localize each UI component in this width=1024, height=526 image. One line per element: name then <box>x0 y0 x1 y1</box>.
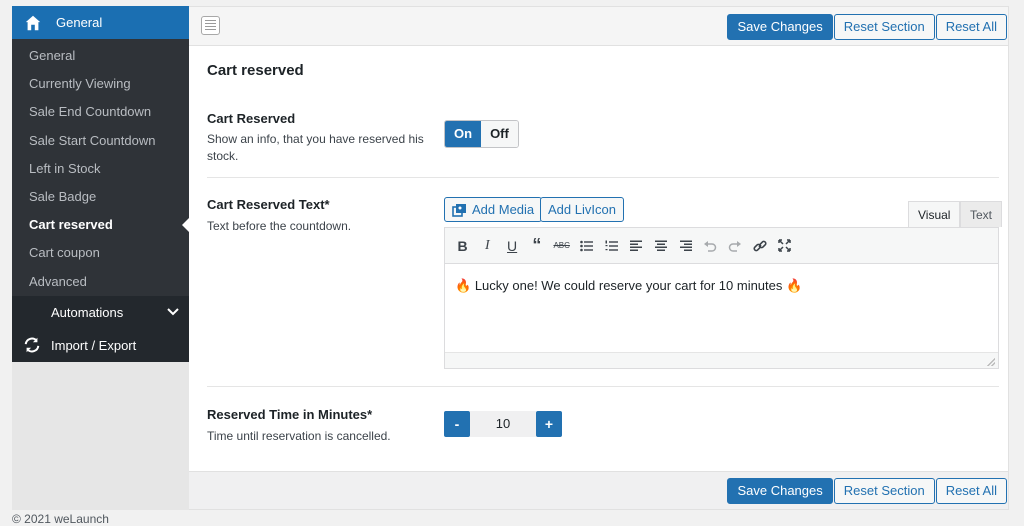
reserved-time-description: Time until reservation is cancelled. <box>207 429 391 443</box>
sidebar-submenu: General Currently Viewing Sale End Count… <box>12 39 189 296</box>
blockquote-icon[interactable]: “ <box>525 234 548 257</box>
reserved-time-stepper: - 10 + <box>444 411 562 437</box>
increment-button[interactable]: + <box>536 411 562 437</box>
sidebar: General General Currently Viewing Sale E… <box>12 6 189 510</box>
sidebar-item-label: Cart reserved <box>29 217 113 233</box>
cart-reserved-description: Show an info, that you have reserved his… <box>207 132 424 163</box>
sidebar-item-label: Import / Export <box>51 337 137 353</box>
reserved-time-title: Reserved Time in Minutes* <box>207 407 373 422</box>
align-left-icon[interactable] <box>625 234 648 257</box>
sidebar-item-sale-badge[interactable]: Sale Badge <box>12 183 189 211</box>
align-right-icon[interactable] <box>674 234 697 257</box>
sidebar-item-cart-reserved[interactable]: Cart reserved <box>12 211 189 239</box>
decrement-button[interactable]: - <box>444 411 470 437</box>
reset-section-button[interactable]: Reset Section <box>833 14 935 40</box>
reset-all-button[interactable]: Reset All <box>935 14 1007 40</box>
fire-emoji: 🔥 <box>455 278 472 293</box>
sidebar-item-left-in-stock[interactable]: Left in Stock <box>12 155 189 183</box>
cart-reserved-toggle[interactable]: On Off <box>444 120 519 148</box>
resize-handle-icon[interactable] <box>987 358 995 366</box>
reset-section-button[interactable]: Reset Section <box>833 478 935 504</box>
editor-text: Lucky one! We could reserve your cart fo… <box>474 278 783 293</box>
active-indicator <box>182 218 189 233</box>
editor-toolbar: B I U “ ABC <box>445 228 998 264</box>
sidebar-header-label: General <box>56 15 103 30</box>
divider <box>207 386 999 387</box>
strikethrough-icon[interactable]: ABC <box>550 234 573 257</box>
text-editor: B I U “ ABC 🔥 Lucky one! We could reserv… <box>444 227 999 369</box>
save-changes-button[interactable]: Save Changes <box>727 14 833 40</box>
home-icon <box>25 15 41 30</box>
add-media-button[interactable]: Add Media <box>444 197 543 222</box>
sync-icon <box>24 337 40 353</box>
chevron-down-icon <box>167 307 179 316</box>
settings-panel: Save Changes Reset Section Reset All Car… <box>189 6 1009 510</box>
cart-reserved-text-title: Cart Reserved Text* <box>207 197 330 212</box>
sidebar-item-cart-coupon[interactable]: Cart coupon <box>12 239 189 267</box>
sidebar-item-sale-end-countdown[interactable]: Sale End Countdown <box>12 98 189 126</box>
divider <box>207 177 999 178</box>
toggle-on-button[interactable]: On <box>445 121 482 147</box>
reserved-time-input[interactable]: 10 <box>470 411 536 437</box>
add-media-label: Add Media <box>472 202 535 217</box>
numbered-list-icon[interactable] <box>600 234 623 257</box>
sidebar-item-general[interactable]: General <box>12 42 189 70</box>
top-toolbar: Save Changes Reset Section Reset All <box>189 7 1008 46</box>
fullscreen-icon[interactable] <box>773 234 796 257</box>
toggle-off-button[interactable]: Off <box>481 121 518 147</box>
fire-emoji: 🔥 <box>786 278 803 293</box>
editor-statusbar <box>445 352 998 368</box>
tab-visual[interactable]: Visual <box>908 201 961 227</box>
sidebar-item-advanced[interactable]: Advanced <box>12 268 189 296</box>
underline-icon[interactable]: U <box>501 234 524 257</box>
bullet-list-icon[interactable] <box>575 234 598 257</box>
bottom-toolbar: Save Changes Reset Section Reset All <box>189 471 1008 509</box>
sidebar-item-import-export[interactable]: Import / Export <box>12 328 189 362</box>
reset-all-button[interactable]: Reset All <box>935 478 1007 504</box>
section-title: Cart reserved <box>207 62 304 79</box>
editor-content[interactable]: 🔥 Lucky one! We could reserve your cart … <box>445 264 998 352</box>
sidebar-item-sale-start-countdown[interactable]: Sale Start Countdown <box>12 127 189 155</box>
sidebar-header-general[interactable]: General <box>12 6 189 39</box>
sidebar-item-label: Automations <box>51 304 124 320</box>
align-center-icon[interactable] <box>649 234 672 257</box>
sidebar-item-currently-viewing[interactable]: Currently Viewing <box>12 70 189 98</box>
media-icon <box>452 203 466 217</box>
footer-text: © 2021 weLaunch <box>12 512 109 526</box>
undo-icon[interactable] <box>699 234 722 257</box>
redo-icon[interactable] <box>724 234 747 257</box>
bold-icon[interactable]: B <box>451 234 474 257</box>
expand-options-icon[interactable] <box>201 16 220 35</box>
save-changes-button[interactable]: Save Changes <box>727 478 833 504</box>
link-icon[interactable] <box>749 234 772 257</box>
cart-reserved-text-description: Text before the countdown. <box>207 219 352 233</box>
tab-text[interactable]: Text <box>960 201 1003 227</box>
cart-reserved-title: Cart Reserved <box>207 111 296 126</box>
italic-icon[interactable]: I <box>476 234 499 257</box>
add-livicon-label: Add LivIcon <box>548 202 616 217</box>
add-livicon-button[interactable]: Add LivIcon <box>540 197 624 222</box>
sidebar-item-automations[interactable]: Automations <box>12 295 189 329</box>
